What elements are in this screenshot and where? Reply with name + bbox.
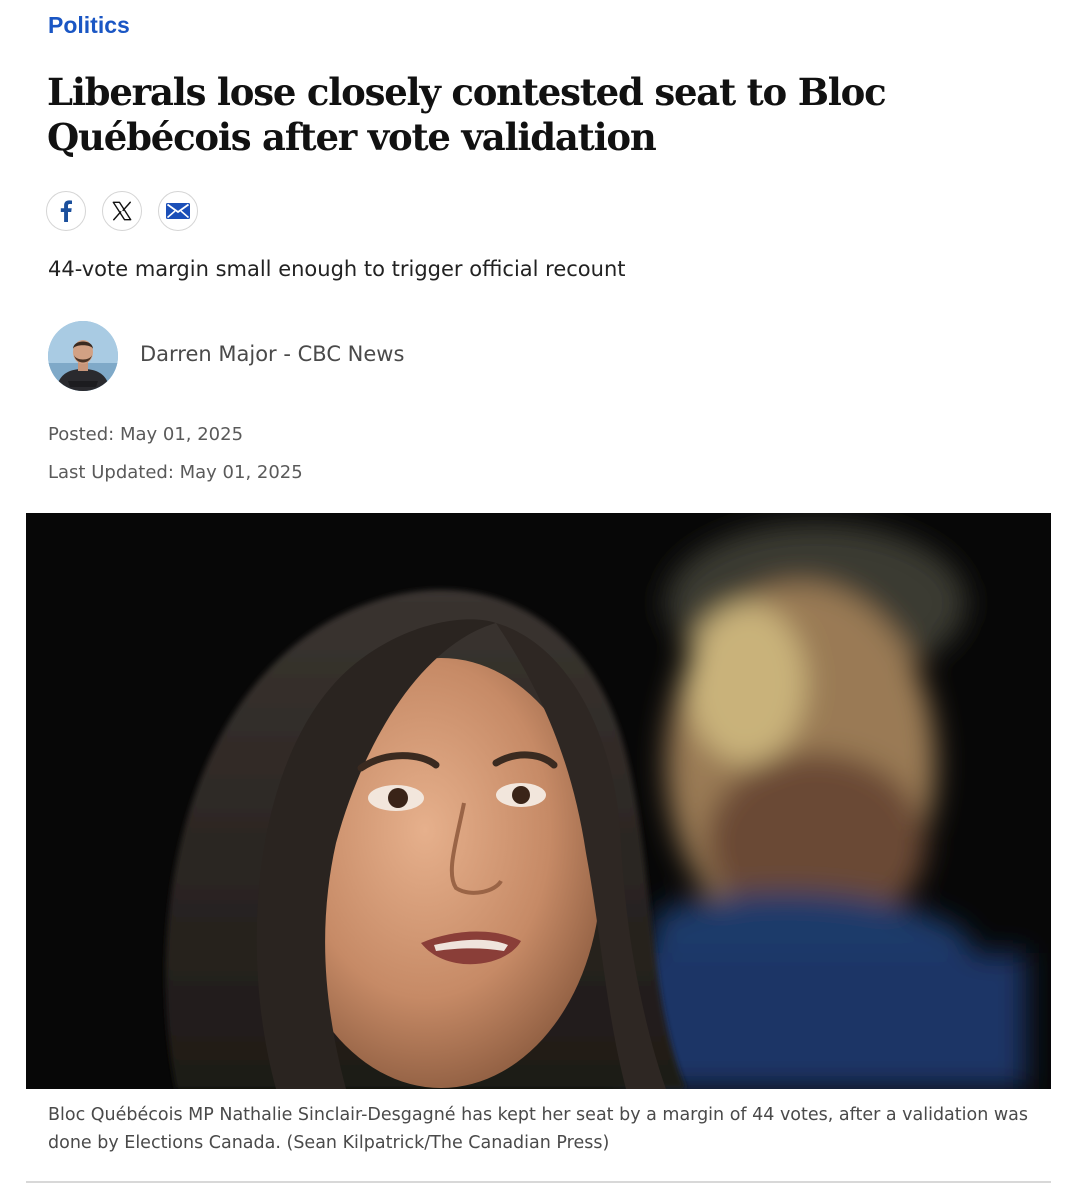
facebook-icon [60, 200, 72, 222]
x-icon [112, 201, 132, 221]
posted-date: Posted: May 01, 2025 [48, 424, 244, 445]
email-icon [166, 203, 190, 219]
article-headline: Liberals lose closely contested seat to … [47, 70, 887, 159]
author-byline[interactable]: Darren Major - CBC News [140, 342, 404, 366]
share-facebook-button[interactable] [46, 191, 86, 231]
lead-photo-image [26, 513, 1051, 1089]
photo-caption: Bloc Québécois MP Nathalie Sinclair-Desg… [48, 1105, 1029, 1153]
author-avatar[interactable] [48, 321, 118, 391]
divider [26, 1181, 1051, 1183]
share-x-button[interactable] [102, 191, 142, 231]
author-photo [48, 321, 118, 391]
lead-photo [26, 513, 1051, 1089]
share-buttons [46, 191, 198, 231]
section-link-politics[interactable]: Politics [48, 12, 130, 39]
share-email-button[interactable] [158, 191, 198, 231]
article-subheadline: 44-vote margin small enough to trigger o… [48, 257, 626, 281]
updated-date: Last Updated: May 01, 2025 [48, 462, 303, 483]
